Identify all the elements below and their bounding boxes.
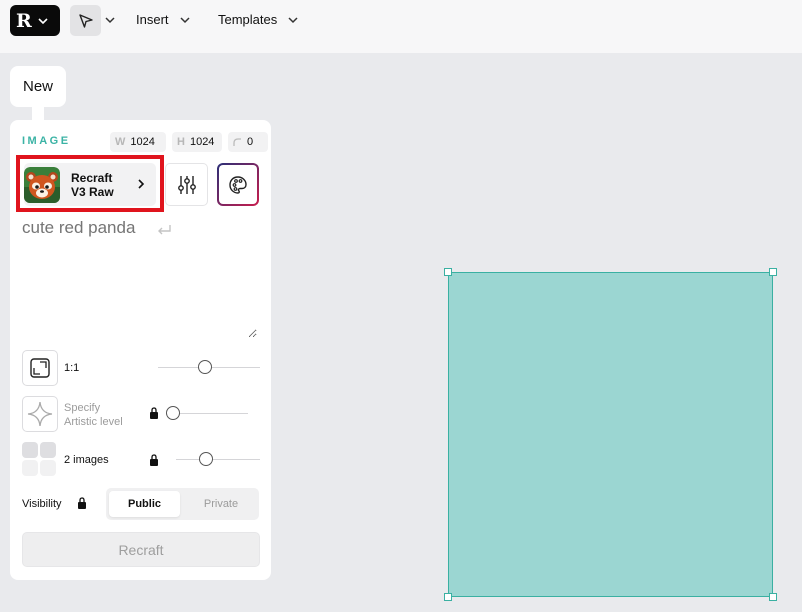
chevron-down-icon (38, 17, 48, 24)
red-panda-thumbnail (24, 166, 60, 203)
chevron-right-icon (138, 179, 145, 189)
image-count-slider-track[interactable] (176, 459, 260, 460)
visibility-row: Visibility Public Private (22, 488, 260, 520)
resize-handle-top-right[interactable] (769, 268, 777, 276)
aspect-ratio-slider-knob[interactable] (198, 360, 212, 374)
corner-radius-icon (233, 137, 241, 146)
chevron-down-icon (179, 16, 190, 23)
visibility-private-option[interactable]: Private (186, 491, 256, 517)
corner-radius-field[interactable]: 0 (228, 132, 268, 152)
lock-icon (78, 497, 86, 509)
lock-icon (150, 454, 158, 466)
section-label: IMAGE (22, 135, 71, 147)
image-count-row: 2 images (22, 442, 260, 478)
image-count-label: 2 images (64, 454, 109, 466)
resize-handle-top-left[interactable] (444, 268, 452, 276)
visibility-label: Visibility (22, 498, 62, 510)
chevron-down-icon (288, 16, 298, 23)
logo-menu-button[interactable]: R (10, 5, 60, 36)
image-settings-panel: IMAGE W 1024 H 1024 0 Recraft V3 Raw cut… (10, 120, 271, 580)
grid-icon[interactable] (22, 442, 58, 478)
aspect-ratio-row: 1:1 (22, 350, 260, 386)
cursor-arrow-icon (78, 13, 93, 28)
height-value: 1024 (189, 136, 215, 148)
insert-menu[interactable]: Insert (136, 12, 191, 27)
model-name-line1: Recraft (71, 170, 113, 185)
height-field[interactable]: H 1024 (172, 132, 222, 152)
resize-handle-bottom-right[interactable] (769, 593, 777, 601)
insert-menu-label: Insert (136, 12, 169, 27)
palette-button-inner (219, 165, 257, 204)
aspect-ratio-button[interactable] (22, 350, 58, 386)
model-select-button[interactable]: Recraft V3 Raw (24, 163, 156, 206)
enter-icon (158, 225, 171, 235)
lock-icon (150, 407, 158, 419)
aspect-ratio-label: 1:1 (64, 362, 80, 374)
recraft-logo: R (16, 9, 32, 32)
corner-radius-value: 0 (247, 136, 254, 148)
model-name-line2: V3 Raw (71, 184, 114, 199)
top-toolbar: R Insert Templates (0, 0, 802, 53)
templates-menu[interactable]: Templates (218, 12, 299, 27)
resize-handle-bottom-left[interactable] (444, 593, 452, 601)
artistic-level-button[interactable] (22, 396, 58, 432)
width-field[interactable]: W 1024 (110, 132, 166, 152)
artistic-level-line1: Specify (64, 402, 101, 414)
canvas-image-frame[interactable] (448, 272, 773, 597)
grid-cell (22, 442, 38, 458)
palette-icon (229, 175, 247, 194)
artistic-level-row: Specify Artistic level (22, 396, 260, 432)
sparkle-icon (27, 401, 53, 427)
new-tab[interactable]: New (10, 66, 66, 107)
chevron-down-icon[interactable] (104, 14, 116, 26)
visibility-toggle: Public Private (106, 488, 259, 520)
height-key: H (177, 136, 185, 148)
generate-button[interactable]: Recraft (22, 532, 260, 567)
templates-menu-label: Templates (218, 12, 278, 27)
image-count-slider-knob[interactable] (199, 452, 213, 466)
select-tool-button[interactable] (70, 5, 101, 36)
settings-button[interactable] (165, 163, 208, 206)
artistic-level-line2: Artistic level (64, 416, 123, 428)
grid-cell (40, 442, 56, 458)
sliders-icon (177, 175, 196, 194)
artistic-level-slider-knob[interactable] (166, 406, 180, 420)
size-row: IMAGE W 1024 H 1024 0 (22, 132, 268, 152)
frame-corners-icon (30, 358, 50, 378)
width-value: 1024 (130, 136, 155, 148)
grid-cell (40, 460, 56, 476)
visibility-public-option[interactable]: Public (109, 491, 180, 517)
grid-cell (22, 460, 38, 476)
prompt-input[interactable] (22, 218, 257, 338)
style-palette-button[interactable] (217, 163, 259, 206)
width-key: W (115, 136, 126, 148)
